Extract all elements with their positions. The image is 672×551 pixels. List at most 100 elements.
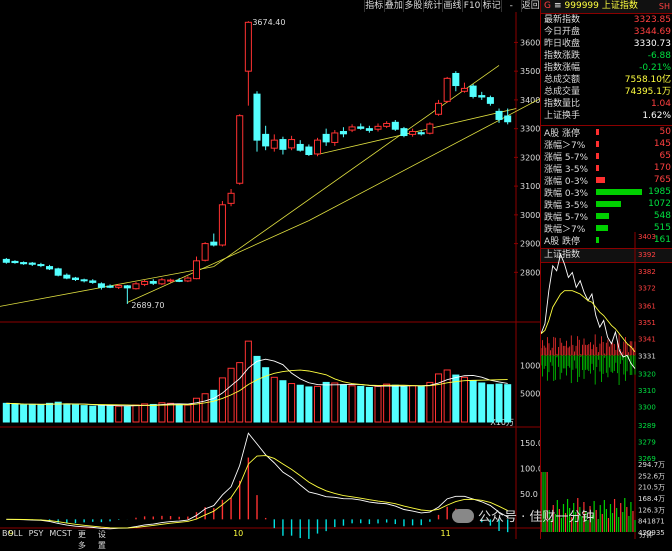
toolbar-button-7[interactable]: - — [500, 0, 521, 12]
volume-bar — [305, 386, 313, 423]
candle-body — [469, 85, 477, 97]
toolbar-button-0[interactable]: 指标 — [364, 0, 384, 12]
volume-bar — [167, 402, 175, 423]
volume-bar — [97, 404, 105, 423]
tab-更多[interactable]: 更多 — [78, 529, 92, 550]
candle-body — [417, 132, 425, 135]
breadth-value: 170 — [653, 163, 671, 173]
candle — [262, 125, 270, 151]
toolbar-button-6[interactable]: 标记 — [481, 0, 501, 12]
candle-body — [97, 283, 105, 288]
volume-bar — [123, 406, 131, 423]
toolbar-button-2[interactable]: 多股 — [403, 0, 423, 12]
tab-mcst[interactable]: MCST — [49, 529, 71, 539]
volume-bar — [158, 402, 166, 423]
candle-body — [106, 285, 114, 288]
volume-bar — [469, 380, 477, 423]
volume-bar — [132, 404, 140, 423]
volume-bar — [141, 403, 149, 423]
candle-body — [89, 280, 97, 283]
mini-volume-tick: 210.5万 — [638, 484, 665, 492]
candle — [218, 201, 226, 247]
quote-panel: G ≡ 999999 上证指数 SH 最新指数 3323.85 今日开盘 3344.6… — [540, 0, 672, 539]
toolbar-button-1[interactable]: 叠加 — [383, 0, 404, 12]
price-tick-label: 2900 — [520, 240, 540, 249]
toolbar-button-5[interactable]: F10 — [461, 0, 482, 12]
candle-body — [158, 279, 166, 285]
volume-tick-label: 5000 — [520, 390, 540, 399]
candle — [37, 262, 45, 268]
volume-bar — [244, 340, 252, 423]
macd-tick-label: 150.0 — [520, 439, 540, 448]
stock-exchange-tag: SH — [658, 2, 670, 11]
tab-boll[interactable]: BOLL — [2, 529, 23, 539]
candle-body — [184, 277, 192, 282]
candle-body — [20, 262, 28, 265]
candle-body — [478, 95, 486, 98]
stat-label: 今日开盘 — [544, 27, 581, 37]
mini-price-tick: 3361 — [638, 303, 656, 311]
macd-tick-label: 100.0 — [520, 464, 540, 473]
price-tick-label: 3100 — [520, 182, 540, 191]
candle — [348, 124, 356, 133]
price-tick-label: 3200 — [520, 153, 540, 162]
mini-price-tick: 3382 — [638, 268, 656, 276]
volume-bar — [357, 385, 365, 423]
price-tick-label: 3000 — [520, 211, 540, 220]
toolbar-button-3[interactable]: 统计 — [422, 0, 443, 12]
volume-bar — [149, 403, 157, 423]
stock-code: 999999 — [564, 1, 599, 11]
stat-value: 3323.85 — [633, 15, 671, 25]
menu-icon[interactable]: ≡ — [554, 0, 565, 13]
candle — [426, 122, 434, 135]
price-tick-label: 3600 — [520, 38, 540, 47]
volume-bar — [63, 403, 71, 423]
toolbar-button-8[interactable]: 返回 — [520, 0, 541, 12]
stock-name: 上证指数 — [601, 1, 638, 11]
candle-body — [123, 285, 131, 289]
stat-row: 上证换手 1.62% — [541, 110, 672, 122]
candle — [365, 125, 373, 133]
candle-body — [80, 279, 88, 282]
stat-value: 1.04 — [650, 99, 671, 109]
candle — [409, 128, 417, 137]
volume-bar — [46, 402, 54, 423]
mini-volume-tick: 841871 — [638, 518, 665, 526]
volume-bar — [339, 384, 347, 423]
indicator-tabs: BOLL PSY MCST 更多 设置 — [0, 529, 112, 550]
candle-body — [71, 277, 79, 281]
breadth-value: 145 — [653, 139, 671, 149]
candle — [435, 99, 443, 116]
volume-bar — [115, 405, 123, 423]
volume-bar — [201, 393, 209, 423]
stat-label: 总成交额 — [544, 75, 581, 85]
candle-body — [495, 110, 503, 120]
low-annotation: 2689.70 — [131, 301, 164, 310]
breadth-bar — [596, 165, 599, 171]
candle — [227, 188, 235, 207]
candle-body — [296, 143, 304, 151]
trend-line — [317, 108, 517, 155]
candle — [192, 256, 201, 280]
volume-bar — [28, 403, 36, 423]
candle — [244, 21, 252, 106]
quote-stats: 最新指数 3323.85 今日开盘 3344.69 昨日收盘 3330.73 指数涨跌 -6.… — [541, 14, 672, 122]
stat-row: 指数涨幅 -0.21% — [541, 62, 672, 74]
candle — [149, 279, 157, 285]
breadth-row: 跌幅 5-7% 548 — [541, 210, 672, 223]
volume-bar — [288, 383, 296, 423]
price-tick-label: 2800 — [520, 268, 540, 277]
volume-bar — [106, 405, 114, 423]
candle-body — [426, 123, 434, 134]
candle-body — [218, 204, 226, 246]
intraday-chart[interactable]: 3403 3392 3382 3372 3361 3351 3341 3331 3320 3310… — [541, 232, 672, 539]
mini-volume-tick: 294.7万 — [638, 461, 665, 469]
tab-psy[interactable]: PSY — [29, 529, 44, 539]
kline-chart[interactable]: 3600350034003300320031003000290028001000… — [0, 12, 540, 539]
stat-row: 总成交量 74395.1万 — [541, 86, 672, 98]
stat-label: 最新指数 — [544, 15, 581, 25]
candle — [11, 260, 19, 264]
volume-bar — [236, 362, 244, 423]
tab-设置[interactable]: 设置 — [98, 529, 112, 550]
toolbar-button-4[interactable]: 画线 — [442, 0, 462, 12]
